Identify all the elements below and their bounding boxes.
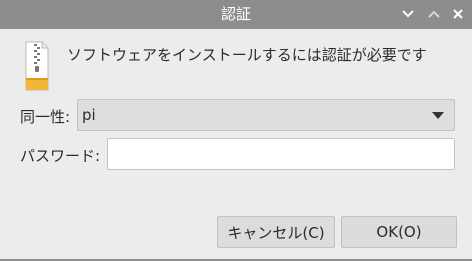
auth-dialog: 認証 ソフトウェアをインストールするには認証が必要です 同一性: pi パスワー…: [0, 0, 472, 261]
chevron-down-icon: [402, 10, 414, 18]
identity-selected-value: pi: [82, 106, 96, 124]
dropdown-arrow-icon: [432, 112, 444, 119]
cancel-button[interactable]: キャンセル(C): [217, 216, 335, 248]
package-archive-icon: [25, 41, 49, 91]
identity-dropdown[interactable]: pi: [77, 99, 455, 131]
maximize-button[interactable]: [424, 4, 444, 24]
title-bar[interactable]: 認証: [0, 0, 472, 29]
auth-message: ソフトウェアをインストールするには認証が必要です: [67, 46, 427, 64]
minimize-button[interactable]: [398, 4, 418, 24]
identity-label: 同一性:: [20, 108, 71, 126]
password-label: パスワード:: [20, 147, 101, 165]
close-icon: [453, 9, 463, 19]
chevron-up-icon: [428, 10, 440, 18]
password-field[interactable]: [107, 138, 455, 170]
ok-button[interactable]: OK(O): [341, 216, 457, 248]
close-button[interactable]: [448, 4, 468, 24]
